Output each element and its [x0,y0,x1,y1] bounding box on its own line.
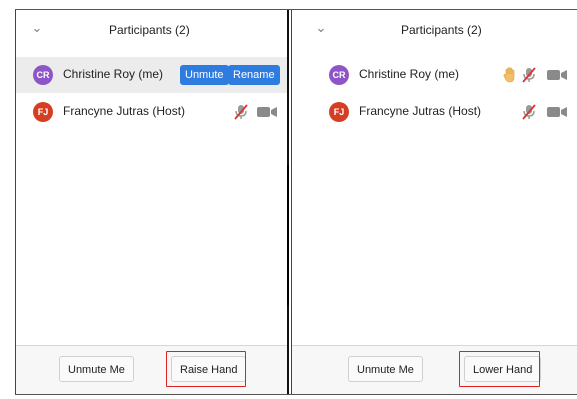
panel-divider-scrollbar [287,165,289,305]
participant-row-francyne[interactable]: FJ Francyne Jutras (Host) [292,94,577,130]
rename-button[interactable]: Rename [228,65,280,85]
panel-footer: Unmute Me Lower Hand [292,345,577,394]
participants-title: Participants (2) [401,23,482,37]
video-camera-icon[interactable] [546,66,570,84]
screenshot-frame: ⌄ Participants (2) CR Christine Roy (me)… [0,0,577,399]
participant-row-francyne[interactable]: FJ Francyne Jutras (Host) [16,94,288,130]
participant-name: Francyne Jutras (Host) [63,104,186,118]
unmute-me-button[interactable]: Unmute Me [348,356,423,382]
participants-header: ⌄ Participants (2) [16,10,288,48]
raise-hand-button[interactable]: Raise Hand [171,356,247,382]
participant-status-icons [502,66,577,84]
avatar: FJ [33,102,53,122]
participant-name: Christine Roy (me) [63,67,164,81]
participant-row-christine[interactable]: CR Christine Roy (me) [292,57,577,93]
unmute-me-button[interactable]: Unmute Me [59,356,134,382]
participants-panel-left: ⌄ Participants (2) CR Christine Roy (me)… [15,10,288,394]
participant-name: Christine Roy (me) [359,67,460,81]
participants-header: ⌄ Participants (2) [292,10,577,48]
participant-row-christine[interactable]: CR Christine Roy (me) Unmute Rename [16,57,288,93]
video-camera-icon[interactable] [256,103,280,121]
mic-muted-icon[interactable] [520,103,538,121]
chevron-down-icon[interactable]: ⌄ [30,21,44,35]
mic-muted-icon[interactable] [520,66,538,84]
lower-hand-button[interactable]: Lower Hand [464,356,542,382]
frame-bottom-border [15,394,577,395]
participant-status-icons [520,103,577,121]
panel-footer: Unmute Me Raise Hand [16,345,288,394]
avatar: CR [33,65,53,85]
mic-muted-icon[interactable] [232,103,250,121]
video-camera-icon[interactable] [546,103,570,121]
participant-name: Francyne Jutras (Host) [359,104,482,118]
raised-hand-icon [503,67,515,83]
avatar: CR [329,65,349,85]
avatar: FJ [329,102,349,122]
unmute-button[interactable]: Unmute [180,65,229,85]
participants-panel-right: ⌄ Participants (2) CR Christine Roy (me) [291,10,577,394]
participants-title: Participants (2) [109,23,190,37]
chevron-down-icon[interactable]: ⌄ [314,21,328,35]
participant-status-icons [232,103,288,121]
